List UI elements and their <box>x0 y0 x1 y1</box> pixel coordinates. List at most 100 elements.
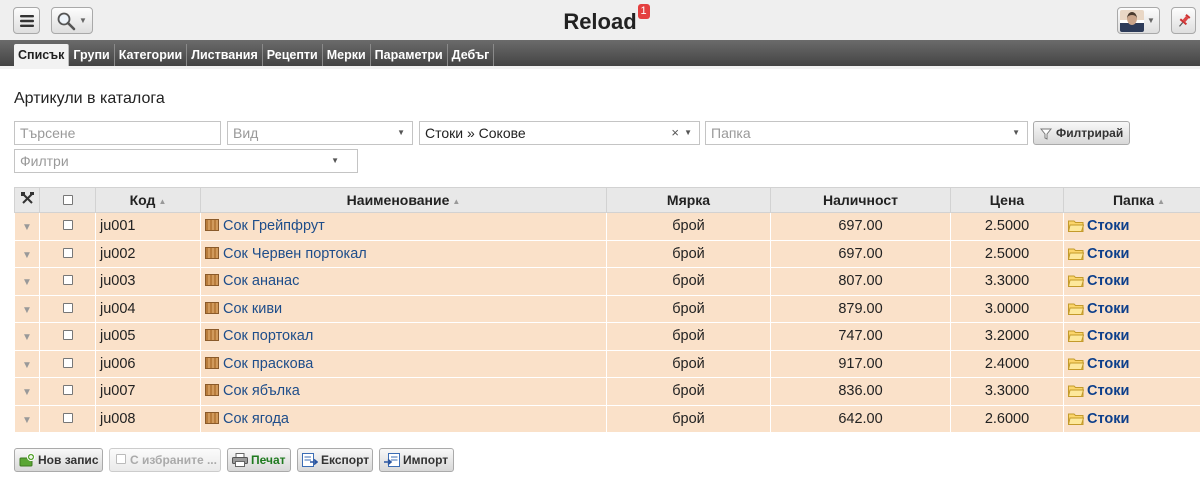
item-name-link[interactable]: Сок ананас <box>223 273 299 289</box>
table-row: ▼ ju003 Сок ананас брой 807.00 3.3000 Ст… <box>14 267 1200 296</box>
tab-parameters[interactable]: Параметри <box>371 44 448 66</box>
notification-badge[interactable]: 1 <box>637 4 650 19</box>
folder-link[interactable]: Стоки <box>1087 383 1129 399</box>
row-menu[interactable]: ▼ <box>14 212 40 241</box>
folder-icon <box>1067 413 1085 425</box>
item-measure: брой <box>606 349 771 378</box>
row-select <box>39 239 96 268</box>
code-header[interactable]: Код ▲ <box>95 187 201 213</box>
row-menu[interactable]: ▼ <box>14 294 40 323</box>
name-header[interactable]: Наименование ▲ <box>200 187 607 213</box>
row-checkbox[interactable] <box>62 357 73 368</box>
folder-link[interactable]: Стоки <box>1087 328 1129 344</box>
triangle-down-icon: ▼ <box>22 304 32 316</box>
filter-button[interactable]: Филтрирай <box>1033 121 1130 145</box>
sort-icon[interactable]: ▲ <box>1157 197 1165 206</box>
row-menu[interactable]: ▼ <box>14 239 40 268</box>
filters-select[interactable]: Филтри ▼ <box>14 149 358 173</box>
item-measure: брой <box>606 404 771 433</box>
group-select[interactable]: Стоки » Сокове × ▼ <box>419 121 700 145</box>
row-menu[interactable]: ▼ <box>14 267 40 296</box>
export-button[interactable]: Експорт <box>297 448 373 472</box>
type-select[interactable]: Вид ▼ <box>227 121 413 145</box>
item-measure: брой <box>606 322 771 351</box>
item-price: 2.5000 <box>950 212 1064 241</box>
bottom-toolbar: Нов запис С избраните ... Печат Експорт <box>14 448 1186 472</box>
table-row: ▼ ju008 Сок ягода брой 642.00 2.6000 Сто… <box>14 404 1200 433</box>
folder-icon <box>1067 358 1085 370</box>
row-checkbox[interactable] <box>62 220 73 231</box>
box-icon <box>205 219 219 232</box>
sort-icon[interactable]: ▲ <box>158 197 166 206</box>
row-checkbox[interactable] <box>62 385 73 396</box>
item-measure: брой <box>606 377 771 406</box>
row-select <box>39 404 96 433</box>
table-row: ▼ ju005 Сок портокал брой 747.00 3.2000 … <box>14 322 1200 351</box>
top-bar: ▼ Reload 1 ▼ <box>0 0 1200 40</box>
items-table: Код ▲ Наименование ▲ Мярка Наличност Цена … <box>14 187 1200 433</box>
print-label: Печат <box>251 453 286 467</box>
clear-icon[interactable]: × <box>671 122 679 144</box>
folder-select[interactable]: Папка ▼ <box>705 121 1028 145</box>
item-name-link[interactable]: Сок ягода <box>223 411 289 427</box>
sort-icon[interactable]: ▲ <box>452 197 460 206</box>
row-select <box>39 267 96 296</box>
select-all-checkbox[interactable] <box>62 195 73 205</box>
folder-link[interactable]: Стоки <box>1087 273 1129 289</box>
box-icon <box>205 301 219 314</box>
user-menu-button[interactable]: ▼ <box>1117 7 1160 34</box>
folder-link[interactable]: Стоки <box>1087 218 1129 234</box>
tab-debug[interactable]: Дебъг <box>448 44 495 66</box>
item-name-link[interactable]: Сок праскова <box>223 356 313 372</box>
tools-header[interactable] <box>14 187 40 213</box>
tab-measures[interactable]: Мерки <box>323 44 371 66</box>
folder-header[interactable]: Папка ▲ <box>1063 187 1200 213</box>
folder-link[interactable]: Стоки <box>1087 246 1129 262</box>
item-name-link[interactable]: Сок ябълка <box>223 383 300 399</box>
item-measure: брой <box>606 239 771 268</box>
row-checkbox[interactable] <box>62 330 73 341</box>
item-quantity: 697.00 <box>770 239 951 268</box>
table-row: ▼ ju007 Сок ябълка брой 836.00 3.3000 Ст… <box>14 377 1200 406</box>
import-button[interactable]: Импорт <box>379 448 454 472</box>
item-name-link[interactable]: Сок Грейпфрут <box>223 218 325 234</box>
tab-categories[interactable]: Категории <box>115 44 188 66</box>
new-record-button[interactable]: Нов запис <box>14 448 103 472</box>
item-price: 2.6000 <box>950 404 1064 433</box>
print-button[interactable]: Печат <box>227 448 291 472</box>
pin-icon <box>1178 13 1190 27</box>
tools-icon <box>20 192 34 204</box>
row-menu[interactable]: ▼ <box>14 404 40 433</box>
item-measure: брой <box>606 212 771 241</box>
row-checkbox[interactable] <box>62 275 73 286</box>
item-name-cell: Сок ананас <box>200 267 607 296</box>
item-name-link[interactable]: Сок портокал <box>223 328 313 344</box>
chevron-down-icon: ▼ <box>1012 128 1020 137</box>
row-select <box>39 349 96 378</box>
search-input[interactable]: Търсене <box>14 121 221 145</box>
item-name-cell: Сок портокал <box>200 322 607 351</box>
item-code: ju007 <box>95 377 201 406</box>
with-selected-button[interactable]: С избраните ... <box>109 448 221 472</box>
row-menu[interactable]: ▼ <box>14 377 40 406</box>
box-icon <box>205 274 219 287</box>
tab-recipes[interactable]: Рецепти <box>263 44 323 66</box>
folder-link[interactable]: Стоки <box>1087 301 1129 317</box>
filters-select-placeholder: Филтри <box>20 153 69 169</box>
item-name-link[interactable]: Сок Червен портокал <box>223 246 367 262</box>
folder-link[interactable]: Стоки <box>1087 356 1129 372</box>
row-checkbox[interactable] <box>62 247 73 258</box>
item-price: 3.2000 <box>950 322 1064 351</box>
row-menu[interactable]: ▼ <box>14 349 40 378</box>
row-checkbox[interactable] <box>62 302 73 313</box>
tab-list[interactable]: Списък <box>14 44 70 66</box>
pin-button[interactable] <box>1171 7 1196 34</box>
tab-groups[interactable]: Групи <box>69 44 115 66</box>
item-name-cell: Сок Червен портокал <box>200 239 607 268</box>
tab-listings[interactable]: Листвания <box>187 44 263 66</box>
row-checkbox[interactable] <box>62 412 73 423</box>
item-name-link[interactable]: Сок киви <box>223 301 282 317</box>
row-menu[interactable]: ▼ <box>14 322 40 351</box>
item-quantity: 836.00 <box>770 377 951 406</box>
folder-link[interactable]: Стоки <box>1087 411 1129 427</box>
